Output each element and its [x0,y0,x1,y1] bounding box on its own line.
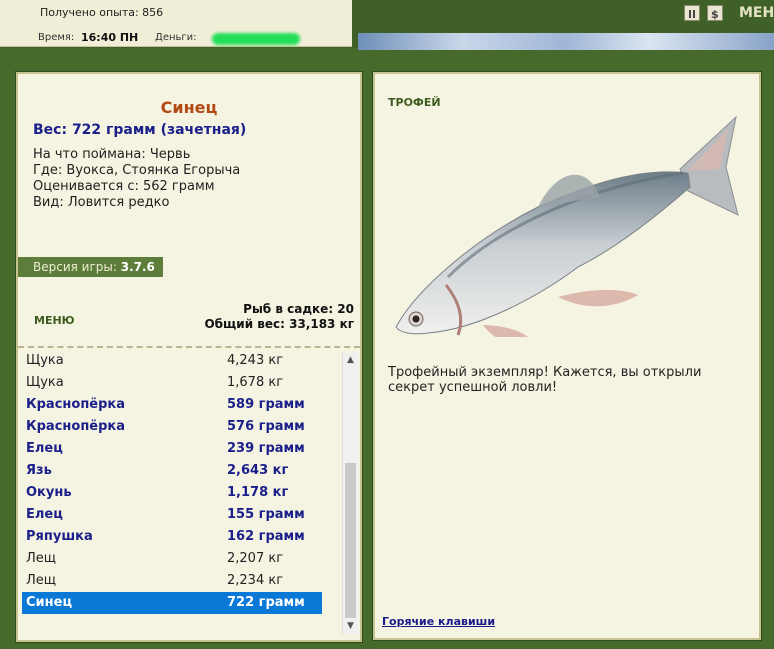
scroll-thumb[interactable] [345,463,356,618]
catch-list-row[interactable]: Лещ 2,234 кг [22,570,322,592]
catch-fish-name: Окунь [26,485,72,500]
catch-fish-weight: 155 грамм [227,507,305,522]
catch-fish-name: Краснопёрка [26,397,126,412]
catch-fish-name: Лещ [26,573,57,588]
status-box: Получено опыта: 856 Время: 16:40 ПН День… [0,0,352,47]
catch-list-row[interactable]: Синец 722 грамм [22,592,322,614]
fish-image [395,115,739,337]
catch-fish-name: Краснопёрка [26,419,126,434]
top-bar: Получено опыта: 856 Время: 16:40 ПН День… [0,0,774,50]
catch-fish-name: Елец [26,441,63,456]
trophy-panel: ТРОФЕЙ Трофейный экземпляр! Кажется, вы … [373,72,761,640]
catch-list-row[interactable]: Лещ 2,207 кг [22,548,322,570]
catch-fish-weight: 1,178 кг [227,485,289,500]
catch-list-row[interactable]: Краснопёрка 589 грамм [22,394,322,416]
catch-fish-weight: 589 грамм [227,397,305,412]
fish-info-panel: Синец Вес: 722 грамм (зачетная) На что п… [16,72,362,642]
sky-banner [358,33,774,50]
catch-fish-name: Ряпушка [26,529,93,544]
fish-rated: Оценивается с: 562 грамм [33,179,215,194]
svg-text:$: $ [711,8,719,21]
version-value: 3.7.6 [120,260,155,274]
catch-list-row[interactable]: Ряпушка 162 грамм [22,526,322,548]
catch-fish-name: Синец [26,595,73,610]
catch-fish-name: Щука [26,375,64,390]
catch-list-row[interactable]: Краснопёрка 576 грамм [22,416,322,438]
total-weight: Общий вес: 33,183 кг [204,317,354,331]
catch-fish-weight: 722 грамм [227,595,305,610]
catch-fish-weight: 576 грамм [227,419,305,434]
catch-list[interactable]: Щука 4,243 кг Щука 1,678 кг Краснопёрка 589 г… [20,350,342,634]
catch-fish-weight: 1,678 кг [227,375,284,390]
catch-list-row[interactable]: Язь 2,643 кг [22,460,322,482]
fish-count: Рыб в садке: 20 [243,302,354,316]
catch-list-row[interactable]: Елец 239 грамм [22,438,322,460]
catch-fish-weight: 162 грамм [227,529,305,544]
fish-name: Синец [160,98,218,117]
catch-fish-weight: 239 грамм [227,441,305,456]
catch-fish-weight: 2,207 кг [227,551,284,566]
catch-fish-weight: 4,243 кг [227,353,284,368]
scrollbar[interactable]: ▲ ▼ [342,353,358,634]
pause-icon[interactable] [684,5,700,21]
catch-list-row[interactable]: Щука 1,678 кг [22,372,322,394]
version-label: Версия игры: [33,260,117,274]
catch-fish-name: Язь [26,463,52,478]
stats-icon[interactable]: $ [707,5,723,21]
catch-list-row[interactable]: Елец 155 грамм [22,504,322,526]
fish-weight: Вес: 722 грамм (зачетная) [33,122,247,138]
catch-list-row[interactable]: Окунь 1,178 кг [22,482,322,504]
catch-fish-name: Лещ [26,551,57,566]
xp-text: Получено опыта: 856 [40,6,164,19]
fish-species-status: Вид: Ловится редко [33,195,170,210]
time-value: 16:40 ПН [81,31,139,44]
fish-bait: На что поймана: Червь [33,147,191,162]
scroll-down-icon[interactable]: ▼ [343,619,358,634]
trophy-description: Трофейный экземпляр! Кажется, вы открыли… [388,365,702,395]
catch-list-row[interactable]: Щука 4,243 кг [22,350,322,372]
menu-button[interactable]: МЕНЮ [34,314,75,327]
money-value-blurred [212,33,300,45]
time-label: Время: [38,32,75,43]
fish-place: Где: Вуокса, Стоянка Егорыча [33,163,241,178]
catch-fish-name: Елец [26,507,63,522]
catch-fish-weight: 2,643 кг [227,463,289,478]
scroll-up-icon[interactable]: ▲ [343,353,358,368]
hotkeys-link[interactable]: Горячие клавиши [382,615,495,628]
money-label: Деньги: [155,32,197,43]
catch-fish-name: Щука [26,353,64,368]
catch-fish-weight: 2,234 кг [227,573,284,588]
top-menu-button[interactable]: МЕНЮ [739,5,774,21]
version-bar: Версия игры: 3.7.6 [18,257,163,277]
divider [18,346,360,348]
